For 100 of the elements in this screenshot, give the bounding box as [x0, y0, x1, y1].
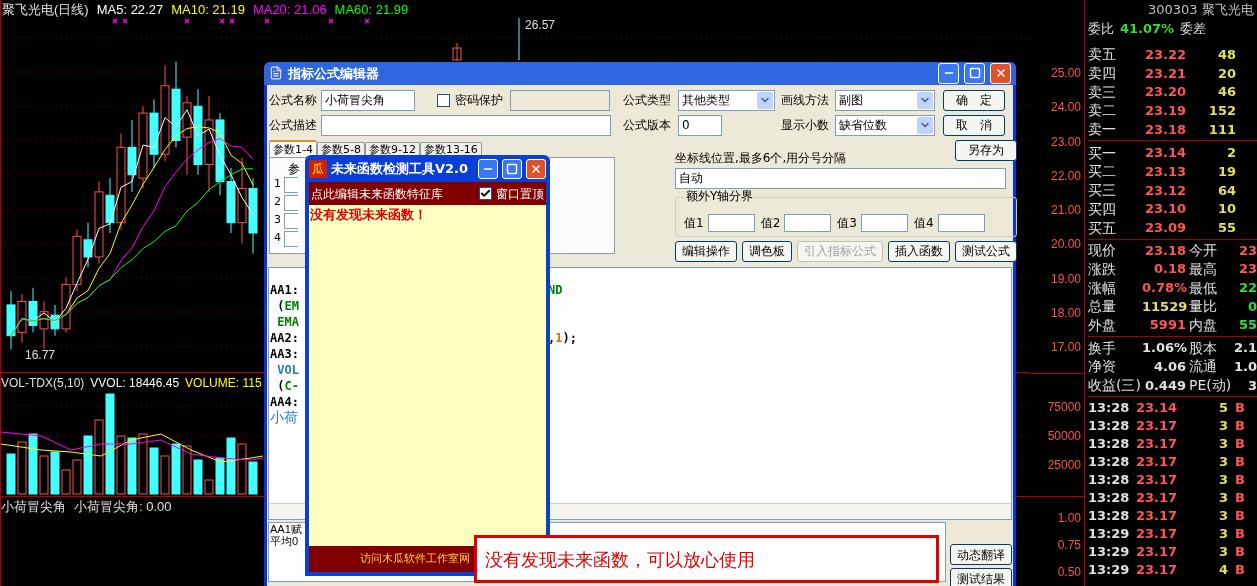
quote-label: 最低 [1189, 280, 1218, 295]
axis-label: 1.00 [1057, 511, 1082, 524]
param-tab[interactable]: 参数1-4 [269, 139, 317, 157]
dialog-button[interactable]: 取 消 [943, 114, 1005, 136]
tick-time: 13:28 [1088, 490, 1131, 504]
group-title: 额外Y轴分界 [684, 189, 756, 202]
order-level-label: 买二 [1088, 164, 1117, 179]
tick-time: 13:28 [1088, 472, 1131, 486]
message-text: 没有发现未来函数，可以放心使用 [485, 547, 755, 572]
order-volume: 19 [1216, 164, 1236, 178]
quote-value: 11529 [1142, 299, 1186, 313]
close-button[interactable] [990, 62, 1011, 84]
order-volume: 111 [1207, 122, 1236, 136]
dialog-button[interactable]: 测试结果 [950, 568, 1012, 586]
param-field[interactable] [284, 212, 298, 229]
form-label: 坐标线位置,最多6个,用分号分隔 [675, 149, 847, 167]
quote-label: 委比 [1088, 20, 1114, 39]
stock-title: 300303 聚飞光电 [1148, 1, 1254, 20]
dialog-button[interactable]: 测试公式 [955, 240, 1017, 262]
code-text: (C- [276, 378, 299, 393]
axis-label: 17.00 [1050, 341, 1082, 354]
form-label: 公式版本 [623, 117, 671, 135]
dialog-button[interactable]: 动态翻译 [950, 544, 1012, 565]
order-price: 23.21 [1143, 66, 1186, 80]
checkbox[interactable] [479, 187, 492, 200]
order-volume: 152 [1207, 103, 1236, 117]
tick-price: 23.17 [1136, 490, 1179, 504]
tick-time: 13:29 [1088, 544, 1131, 558]
minimize-button[interactable] [478, 158, 498, 179]
maximize-button[interactable] [502, 158, 522, 179]
volume-bar [17, 441, 27, 495]
tick-time: 13:28 [1088, 400, 1131, 414]
maximize-button[interactable] [964, 62, 985, 84]
boundary-field[interactable] [937, 213, 985, 232]
boundary-field[interactable] [707, 213, 755, 232]
signal-marker [184, 18, 190, 24]
boundary-field[interactable] [860, 213, 908, 232]
moving-average-value: MA5: 22.27 [96, 2, 164, 16]
website-link[interactable]: 访问木瓜软件工作室网 [360, 550, 470, 568]
quote-value: 0.18 [1152, 262, 1186, 276]
version-field[interactable]: 0 [678, 114, 722, 136]
dropdown[interactable]: 副图 [835, 89, 935, 111]
stock-name: 聚飞光电(日线) [2, 2, 89, 16]
name-field[interactable]: 小荷冒尖角 [321, 89, 415, 111]
checkbox[interactable] [437, 93, 450, 107]
quote-value: 1.0 [1233, 359, 1257, 373]
quote-label: 量比 [1189, 299, 1218, 314]
volume-bar [6, 453, 16, 495]
quote-label: PE(动) [1189, 378, 1233, 393]
signal-marker [122, 18, 128, 24]
tick-price: 23.17 [1136, 418, 1179, 432]
square-icon [506, 162, 518, 175]
order-level-label: 卖三 [1088, 84, 1117, 99]
checkbox-label: 密码保护 [455, 92, 503, 110]
dropdown[interactable]: 其他类型 [678, 89, 775, 111]
app-logo: 瓜 [309, 159, 327, 178]
candlestick [28, 287, 38, 333]
minimize-button[interactable] [938, 62, 959, 84]
quote-label: 换手 [1088, 340, 1117, 355]
description-field[interactable] [321, 114, 611, 136]
quote-label: 流通 [1189, 359, 1218, 374]
param-field[interactable] [284, 176, 298, 193]
quote-value: 0.449 [1143, 378, 1186, 392]
password-field[interactable] [510, 89, 610, 111]
tick-price: 23.17 [1136, 544, 1179, 558]
row-number: 3 [274, 212, 280, 229]
quote-label: 涨幅 [1088, 280, 1117, 295]
form-label: 画线方法 [781, 92, 829, 110]
code-text: ,1); [548, 329, 577, 347]
edit-library-link[interactable]: 点此编辑未来函数特征库 [311, 184, 443, 203]
param-field[interactable] [284, 230, 298, 247]
close-button[interactable] [526, 158, 546, 179]
quote-value: 41.07% [1120, 20, 1175, 39]
tick-time: 13:29 [1088, 562, 1131, 576]
dialog-button[interactable]: 插入函数 [888, 240, 950, 262]
tick-side: B [1235, 454, 1245, 468]
form-label: 值1 [684, 214, 704, 232]
indicator-value: 小荷冒尖角: 0.00 [74, 500, 172, 513]
dialog-button[interactable]: 编辑操作 [675, 240, 737, 262]
close-icon [994, 67, 1007, 80]
axis-label: 21.00 [1050, 204, 1082, 217]
param-field[interactable] [284, 194, 298, 211]
tick-time: 13:28 [1088, 418, 1131, 432]
row-number: 1 [274, 176, 280, 193]
order-level-label: 买三 [1088, 183, 1117, 198]
dialog-button[interactable]: 调色板 [742, 240, 792, 262]
axis-label: 22.00 [1050, 169, 1082, 182]
dialog-button[interactable]: 另存为 [955, 139, 1017, 161]
tick-time: 13:29 [1088, 526, 1131, 540]
tick-price: 23.17 [1136, 526, 1179, 540]
dropdown[interactable]: 缺省位数 [835, 114, 935, 136]
axis-position-field[interactable]: 自动 [675, 167, 1006, 189]
candlestick [452, 42, 462, 61]
order-volume: 46 [1216, 85, 1236, 99]
axis-label: 75000 [1047, 400, 1082, 413]
volume-indicator-name: VOL-TDX(5,10) [1, 376, 85, 389]
order-price: 23.19 [1143, 103, 1186, 117]
quote-label: 内盘 [1189, 317, 1218, 332]
boundary-field[interactable] [784, 213, 832, 232]
dialog-button[interactable]: 确 定 [943, 89, 1005, 111]
